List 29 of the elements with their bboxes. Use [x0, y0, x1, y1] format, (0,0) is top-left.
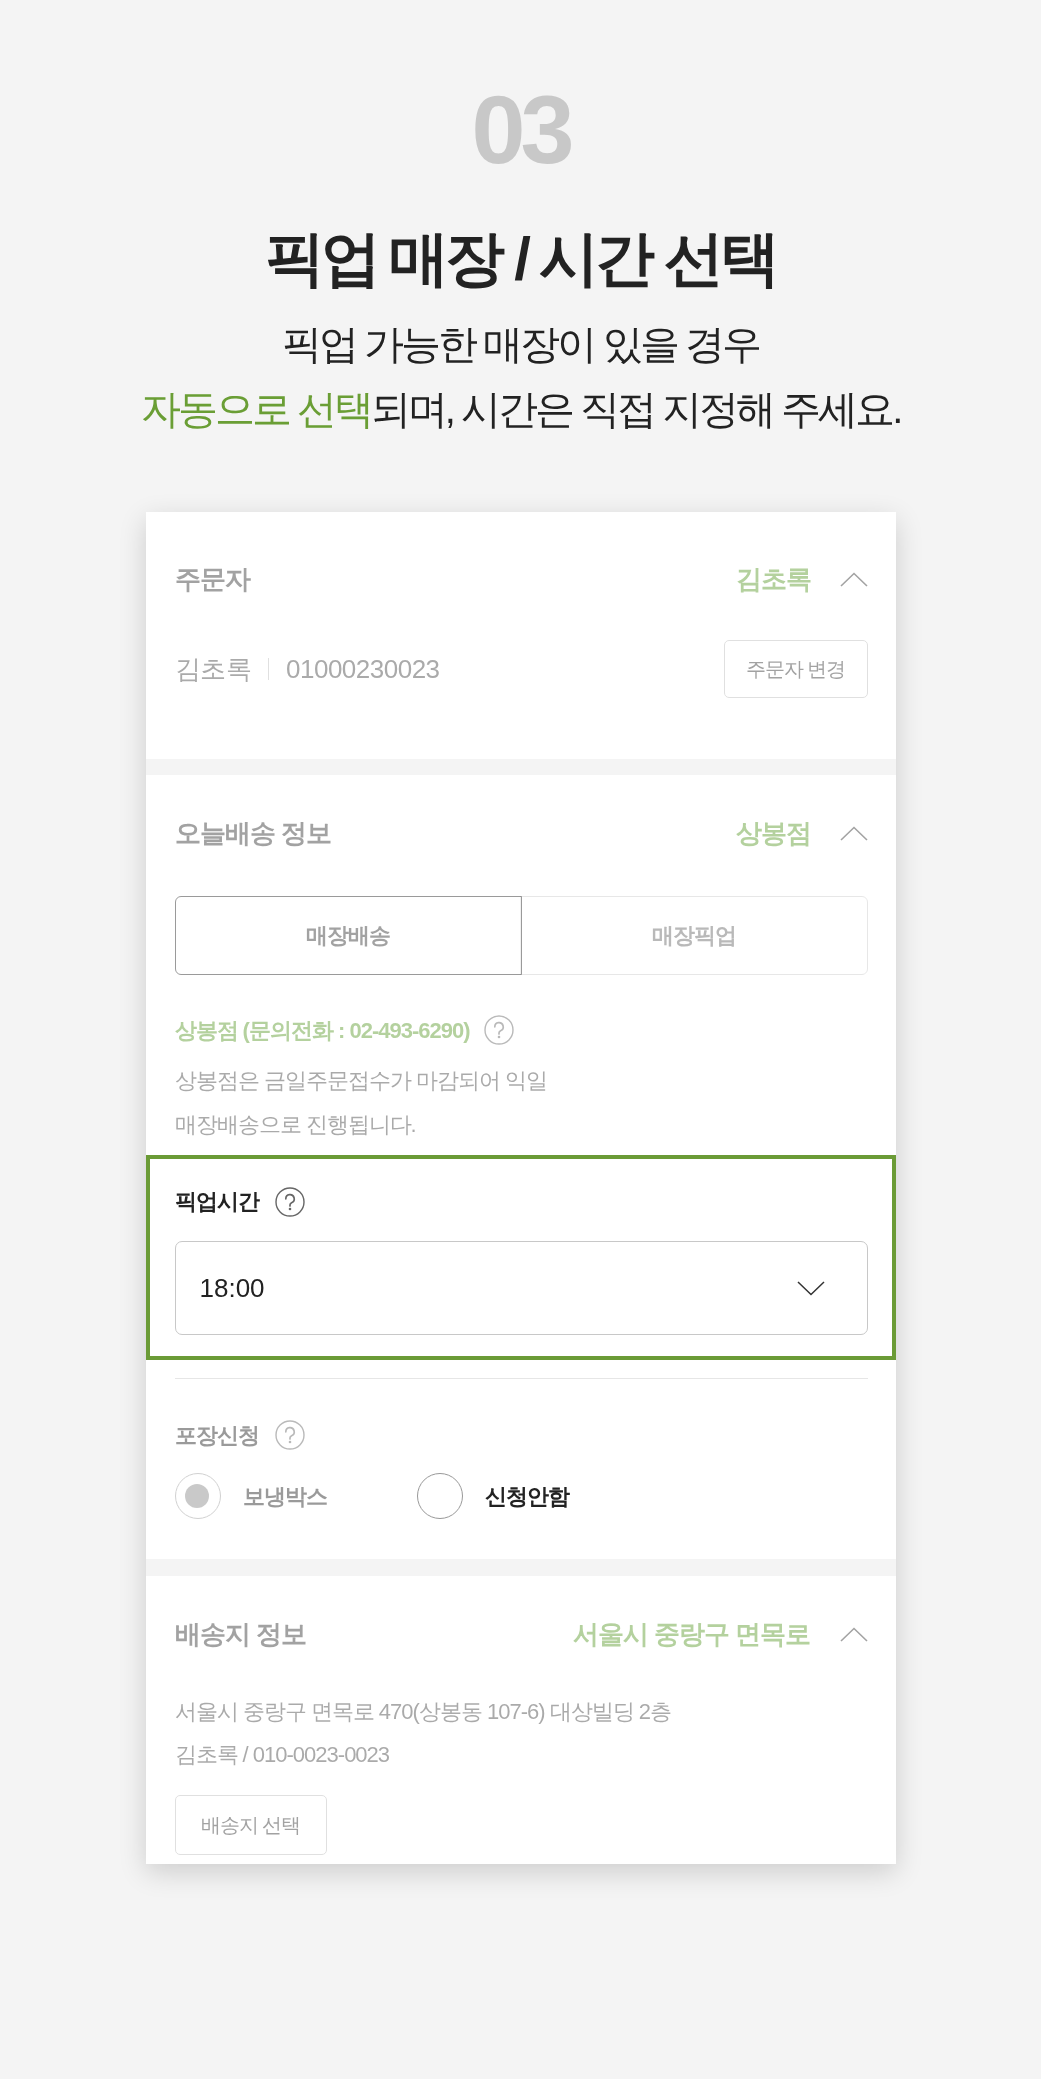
time-select[interactable]: 18:00: [174, 1241, 868, 1335]
chevron-up-icon[interactable]: [839, 571, 868, 587]
chevron-up-icon[interactable]: [839, 1626, 868, 1642]
delivery-tab[interactable]: 매장픽업: [520, 896, 868, 975]
recipient-text: 김초록 / 010-0023-0023: [174, 1741, 391, 1769]
section-summary: 서울시 중랑구 면목로: [573, 1617, 811, 1651]
chevron-up-icon[interactable]: [839, 825, 868, 841]
field-label: 포장신청: [174, 1421, 259, 1450]
change-orderer-button[interactable]: 주문자 변경: [723, 640, 868, 698]
description: 픽업 가능한 매장이 있을 경우 자동으로 선택되며, 시간은 직접 지정해 주세요.: [139, 321, 902, 433]
store-notice: 상봉점은 금일주문접수가 마감되어 익일 매장배송으로 진행됩니다.: [174, 1067, 548, 1139]
section-title: 오늘배송 정보: [174, 816, 331, 850]
section-summary: 김초록: [735, 562, 811, 596]
chevron-down-icon[interactable]: [796, 1280, 825, 1296]
radio-label[interactable]: 신청안함: [484, 1479, 569, 1513]
select-address-button[interactable]: 배송지 선택: [174, 1795, 327, 1855]
orderer-name: 김초록: [174, 652, 251, 686]
radio-button[interactable]: [416, 1473, 463, 1519]
section-title: 주문자: [174, 562, 250, 596]
phone-number: 01000230023: [286, 652, 440, 686]
field-label: 픽업시간: [174, 1188, 259, 1216]
help-icon[interactable]: [274, 1186, 305, 1217]
address-text: 서울시 중랑구 면목로 470(상봉동 107-6) 대상빌딩 2층: [174, 1698, 673, 1726]
section-title: 배송지 정보: [174, 1617, 306, 1651]
section-summary: 상봉점: [735, 816, 811, 850]
page-title: 픽업 매장 / 시간 선택: [263, 224, 778, 294]
radio-label[interactable]: 보냉박스: [242, 1479, 327, 1513]
store-contact: 상봉점 (문의전화 : 02-493-6290): [174, 1016, 470, 1045]
delivery-tab[interactable]: 매장배송: [174, 896, 522, 975]
